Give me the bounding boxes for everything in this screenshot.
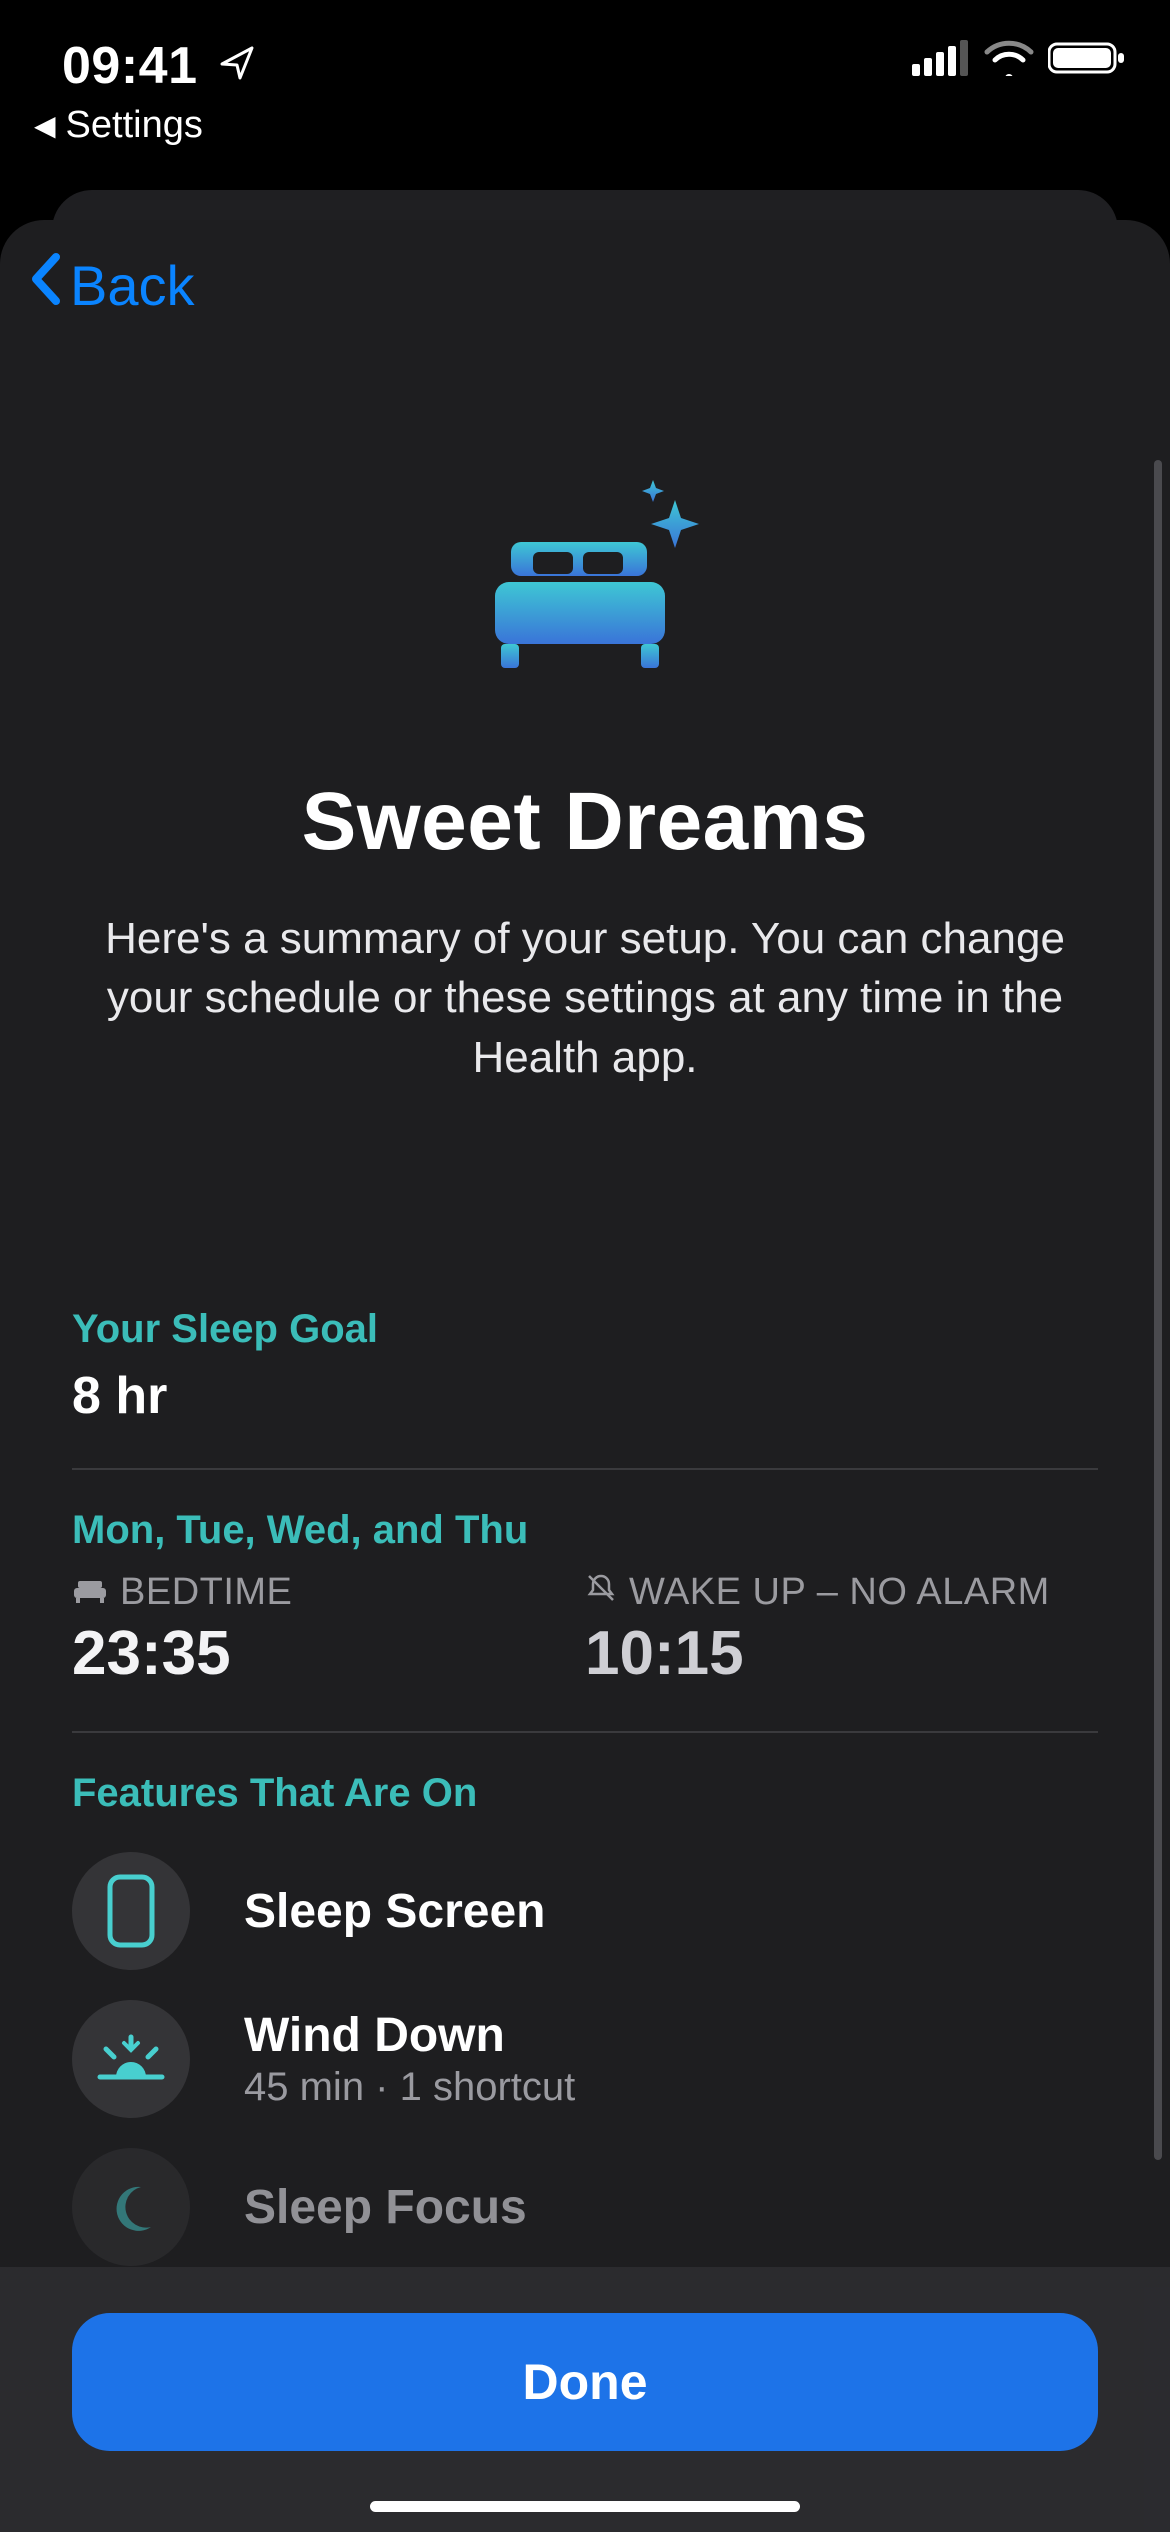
main-sheet: Back: [0, 220, 1170, 2532]
back-label: Back: [70, 253, 195, 318]
wifi-icon: [984, 40, 1034, 81]
moon-icon: [72, 2148, 190, 2266]
return-caret-icon: ◀: [34, 112, 56, 140]
feature-row-sleep-screen: Sleep Screen: [72, 1852, 1098, 1970]
features-label: Features That Are On: [72, 1771, 1098, 1816]
bell-off-icon: [585, 1571, 617, 1614]
sunset-icon: [72, 2000, 190, 2118]
done-button[interactable]: Done: [72, 2313, 1098, 2451]
divider: [72, 1731, 1098, 1733]
feature-row-sleep-focus: Sleep Focus: [72, 2148, 1098, 2266]
chevron-left-icon: [26, 251, 66, 320]
bedtime-value: 23:35: [72, 1618, 585, 1689]
feature-subtitle: 45 min · 1 shortcut: [244, 2065, 575, 2110]
phone-outline-icon: [72, 1852, 190, 1970]
feature-title: Sleep Focus: [244, 2180, 527, 2235]
divider: [72, 1468, 1098, 1470]
sleep-goal-label: Your Sleep Goal: [72, 1307, 1098, 1352]
hero-title: Sweet Dreams: [80, 775, 1090, 869]
location-arrow-icon: [218, 42, 258, 87]
feature-row-wind-down: Wind Down 45 min · 1 shortcut: [72, 2000, 1098, 2118]
bed-small-icon: [72, 1571, 108, 1614]
schedule-days-label: Mon, Tue, Wed, and Thu: [72, 1508, 1098, 1553]
bedtime-label: BEDTIME: [120, 1571, 292, 1614]
scroll-indicator[interactable]: [1154, 460, 1162, 2160]
done-label: Done: [523, 2353, 648, 2411]
footer-bar: Done: [0, 2267, 1170, 2532]
battery-icon: [1048, 40, 1126, 81]
status-time: 09:41: [62, 36, 198, 96]
feature-title: Sleep Screen: [244, 1884, 546, 1939]
wakeup-value: 10:15: [585, 1618, 1098, 1689]
return-to-app-label: Settings: [66, 104, 203, 147]
features-section: Features That Are On Sleep Screen: [72, 1771, 1098, 2266]
bed-sparkle-icon: [455, 470, 715, 695]
scroll-area[interactable]: Back: [0, 220, 1170, 2267]
back-button[interactable]: Back: [26, 251, 195, 320]
wakeup-label: WAKE UP – NO ALARM: [629, 1571, 1050, 1614]
sleep-goal-section: Your Sleep Goal 8 hr: [72, 1307, 1098, 1426]
return-to-app-button[interactable]: ◀ Settings: [34, 104, 203, 147]
cellular-signal-icon: [912, 40, 970, 81]
hero-subtitle: Here's a summary of your setup. You can …: [80, 909, 1090, 1087]
schedule-section: Mon, Tue, Wed, and Thu BEDTIME 23:35: [72, 1508, 1098, 1689]
feature-title: Wind Down: [244, 2008, 575, 2063]
home-indicator[interactable]: [370, 2501, 800, 2512]
sleep-goal-value: 8 hr: [72, 1366, 1098, 1426]
